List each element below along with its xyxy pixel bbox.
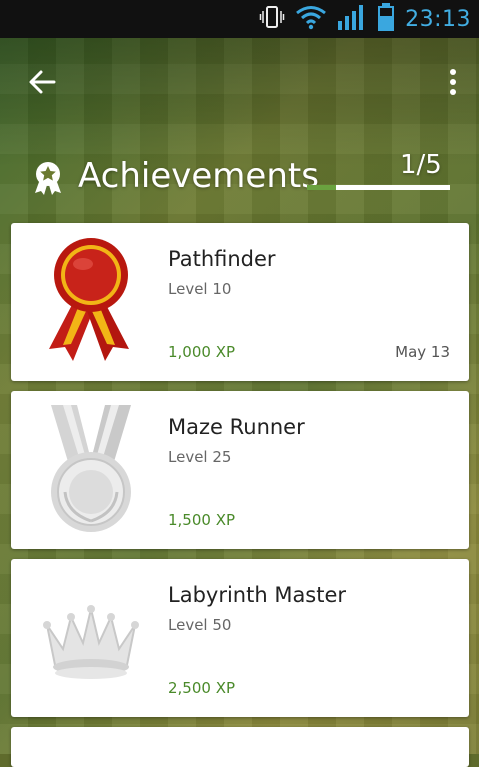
- achievement-name: Labyrinth Master: [168, 583, 347, 607]
- red-ribbon-medal-icon: [49, 238, 129, 361]
- award-ribbon-icon: [35, 162, 61, 195]
- progress-count: 1/5: [400, 150, 442, 180]
- achievement-xp: 1,000 XP: [168, 343, 236, 361]
- battery-icon: [377, 2, 395, 36]
- arrow-left-icon: [29, 70, 56, 94]
- more-vertical-icon: [450, 69, 456, 95]
- status-bar: 23:13: [0, 0, 479, 38]
- achievement-card-maze-runner[interactable]: Maze Runner Level 25 1,500 XP: [11, 391, 469, 549]
- wifi-icon: [295, 4, 327, 34]
- silver-medal-icon: [51, 405, 131, 532]
- achievement-card-labyrinth-master[interactable]: Labyrinth Master Level 50 2,500 XP: [11, 559, 469, 717]
- signal-icon: [337, 3, 367, 35]
- progress-bar: [307, 185, 450, 190]
- achievement-level: Level 25: [168, 448, 232, 466]
- achievement-level: Level 10: [168, 280, 232, 298]
- app-bar: [0, 38, 479, 126]
- achievement-level: Level 50: [168, 616, 232, 634]
- achievement-name: Maze Runner: [168, 415, 305, 439]
- achievement-xp: 1,500 XP: [168, 511, 236, 529]
- status-time: 23:13: [405, 6, 471, 32]
- progress-bar-fill: [307, 185, 336, 190]
- achievement-name: Pathfinder: [168, 247, 276, 271]
- achievement-xp: 2,500 XP: [168, 679, 236, 697]
- page-title: Achievements: [78, 156, 319, 196]
- achievement-card-partial[interactable]: [11, 727, 469, 767]
- achievement-card-pathfinder[interactable]: Pathfinder Level 10 1,000 XP May 13: [11, 223, 469, 381]
- phone-vibrate-icon: [259, 4, 285, 34]
- back-button[interactable]: [24, 64, 60, 100]
- overflow-menu-button[interactable]: [436, 64, 470, 100]
- achievements-header: Achievements 1/5: [0, 150, 479, 210]
- achievement-date: May 13: [395, 343, 450, 361]
- silver-crown-icon: [43, 605, 139, 679]
